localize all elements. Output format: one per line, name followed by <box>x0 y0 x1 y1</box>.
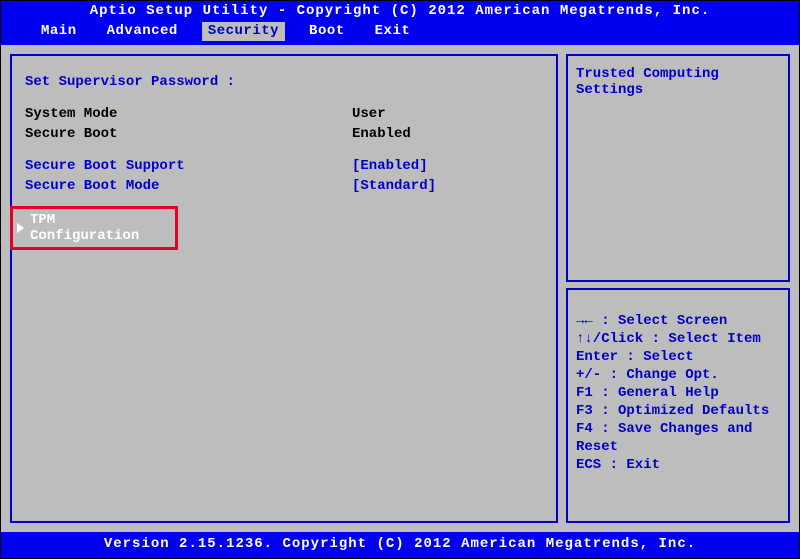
help-title: Trusted Computing Settings <box>576 66 780 98</box>
system-mode-label: System Mode <box>12 106 352 122</box>
tab-exit[interactable]: Exit <box>369 22 417 41</box>
key-save-reset: F4 : Save Changes and Reset <box>576 420 780 456</box>
help-column: Trusted Computing Settings →← : Select S… <box>566 54 790 523</box>
bios-window: Aptio Setup Utility - Copyright (C) 2012… <box>0 0 800 559</box>
header-title: Aptio Setup Utility - Copyright (C) 2012… <box>1 1 799 22</box>
tab-security[interactable]: Security <box>202 22 285 41</box>
footer-bar: Version 2.15.1236. Copyright (C) 2012 Am… <box>1 532 799 558</box>
secure-boot-value: Enabled <box>352 126 556 142</box>
key-optimized: F3 : Optimized Defaults <box>576 402 780 420</box>
secure-boot-support-label[interactable]: Secure Boot Support <box>12 158 352 174</box>
tpm-configuration-item[interactable]: TPM Configuration <box>10 206 178 250</box>
top-bar: Aptio Setup Utility - Copyright (C) 2012… <box>1 1 799 45</box>
key-legend-panel: →← : Select Screen ↑↓/Click : Select Ite… <box>566 288 790 523</box>
key-general-help: F1 : General Help <box>576 384 780 402</box>
help-description-panel: Trusted Computing Settings <box>566 54 790 282</box>
secure-boot-label: Secure Boot <box>12 126 352 142</box>
secure-boot-mode-label[interactable]: Secure Boot Mode <box>12 178 352 194</box>
tab-advanced[interactable]: Advanced <box>101 22 184 41</box>
secure-boot-support-value[interactable]: [Enabled] <box>352 158 556 174</box>
key-change-opt: +/- : Change Opt. <box>576 366 780 384</box>
tab-main[interactable]: Main <box>35 22 83 41</box>
tpm-configuration-label: TPM Configuration <box>30 212 172 244</box>
key-select-item: ↑↓/Click : Select Item <box>576 330 780 348</box>
settings-panel: Set Supervisor Password : System Mode Us… <box>10 54 558 523</box>
submenu-arrow-icon <box>17 223 24 233</box>
system-mode-value: User <box>352 106 556 122</box>
set-supervisor-password[interactable]: Set Supervisor Password : <box>12 74 352 90</box>
key-select-screen: →← : Select Screen <box>576 312 780 330</box>
content-area: Set Supervisor Password : System Mode Us… <box>1 45 799 532</box>
key-enter: Enter : Select <box>576 348 780 366</box>
key-exit: ECS : Exit <box>576 456 780 474</box>
tab-boot[interactable]: Boot <box>303 22 351 41</box>
tab-bar: Main Advanced Security Boot Exit <box>1 22 799 44</box>
secure-boot-mode-value[interactable]: [Standard] <box>352 178 556 194</box>
